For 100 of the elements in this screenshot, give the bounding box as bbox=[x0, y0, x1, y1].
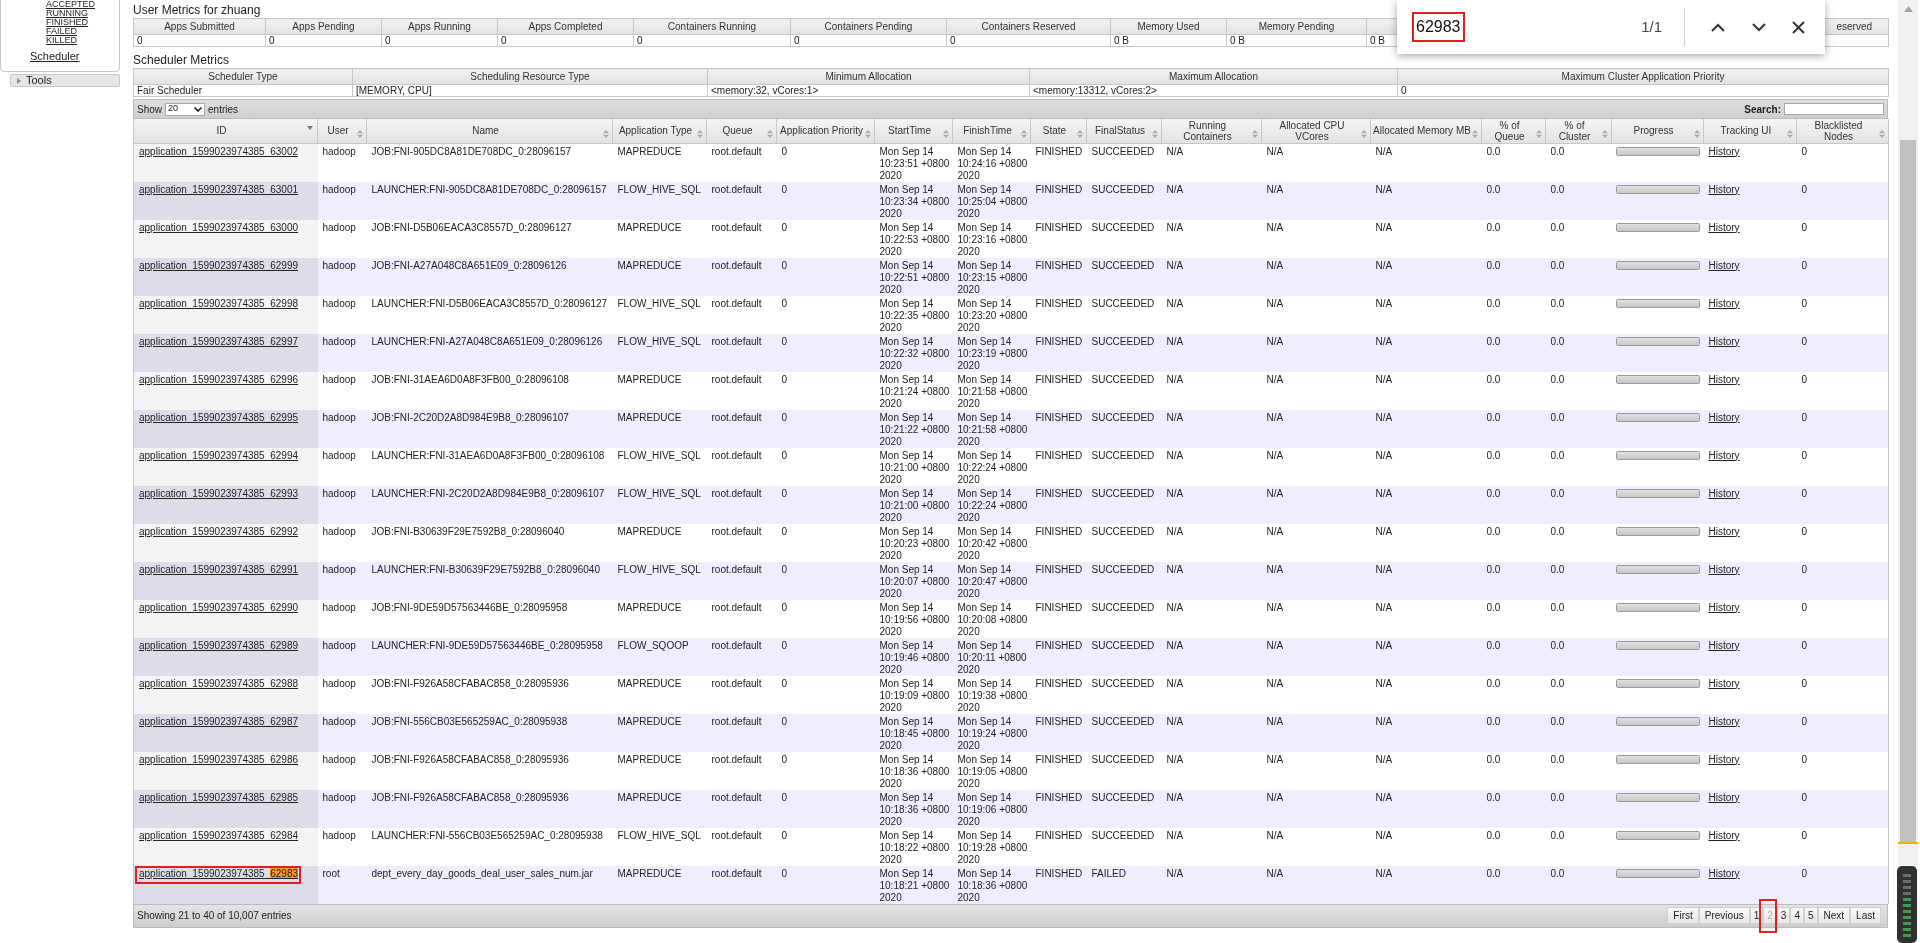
chevron-down-icon[interactable] bbox=[1752, 22, 1766, 32]
close-icon[interactable] bbox=[1792, 20, 1805, 34]
table-cell: N/A bbox=[1161, 561, 1262, 600]
column-header[interactable]: Application Priority bbox=[776, 119, 875, 143]
table-cell: 0.0 bbox=[1545, 371, 1612, 410]
column-header[interactable]: Allocated CPU VCores bbox=[1261, 119, 1371, 143]
table-cell: Mon Sep 14 10:22:32 +0800 2020 bbox=[874, 333, 953, 372]
history-link[interactable]: History bbox=[1708, 297, 1740, 309]
table-cell: SUCCEEDED bbox=[1086, 827, 1162, 866]
sidebar-link[interactable]: Scheduler bbox=[30, 50, 80, 63]
history-link[interactable]: History bbox=[1708, 183, 1740, 195]
scrollbar-thumb[interactable] bbox=[1900, 140, 1916, 842]
table-cell: N/A bbox=[1161, 675, 1262, 714]
history-link[interactable]: History bbox=[1708, 525, 1740, 537]
column-header[interactable]: FinishTime bbox=[952, 119, 1031, 143]
column-header[interactable]: Blacklisted Nodes bbox=[1796, 119, 1889, 143]
table-cell: FINISHED bbox=[1030, 561, 1087, 600]
sidebar-link[interactable]: FAILED bbox=[46, 27, 77, 36]
table-cell: 0 bbox=[776, 143, 875, 182]
table-cell: root.default bbox=[706, 219, 777, 258]
column-header[interactable]: Name bbox=[366, 119, 613, 143]
history-link[interactable]: History bbox=[1708, 715, 1740, 727]
column-header[interactable]: FinalStatus bbox=[1086, 119, 1162, 143]
page-size-select[interactable]: 20 bbox=[165, 102, 205, 116]
table-cell: 0 bbox=[776, 561, 875, 600]
column-header[interactable]: StartTime bbox=[874, 119, 953, 143]
sidebar-link[interactable]: RUNNING bbox=[46, 9, 88, 18]
column-header[interactable]: Running Containers bbox=[1161, 119, 1262, 143]
column-header[interactable]: Progress bbox=[1611, 119, 1704, 143]
history-link[interactable]: History bbox=[1708, 373, 1740, 385]
table-cell: root.default bbox=[706, 713, 777, 752]
table-cell: SUCCEEDED bbox=[1086, 599, 1162, 638]
history-link[interactable]: History bbox=[1708, 145, 1740, 157]
table-cell: 0 bbox=[1796, 409, 1889, 448]
table-cell: Mon Sep 14 10:21:22 +0800 2020 bbox=[874, 409, 953, 448]
history-link[interactable]: History bbox=[1708, 867, 1740, 879]
table-cell: 0.0 bbox=[1481, 865, 1546, 904]
history-link[interactable]: History bbox=[1708, 639, 1740, 651]
table-cell: N/A bbox=[1161, 371, 1262, 410]
table-cell: N/A bbox=[1161, 751, 1262, 790]
show-label: Show bbox=[137, 102, 162, 117]
page-button[interactable]: 4 bbox=[1790, 907, 1804, 924]
scroll-up-icon[interactable] bbox=[1903, 6, 1913, 12]
table-cell: Mon Sep 14 10:23:19 +0800 2020 bbox=[952, 333, 1031, 372]
column-header[interactable]: Queue bbox=[706, 119, 777, 143]
page-button[interactable]: Last bbox=[1850, 907, 1881, 924]
find-field[interactable]: 62983 bbox=[1412, 15, 1465, 39]
history-link[interactable]: History bbox=[1708, 221, 1740, 233]
history-link[interactable]: History bbox=[1708, 829, 1740, 841]
table-cell: 0 bbox=[776, 181, 875, 220]
table-cell: N/A bbox=[1261, 865, 1371, 904]
history-link[interactable]: History bbox=[1708, 791, 1740, 803]
table-cell: FLOW_HIVE_SQL bbox=[612, 561, 707, 600]
page-button[interactable]: First bbox=[1667, 907, 1699, 924]
sidebar-link[interactable]: FINISHED bbox=[46, 18, 88, 27]
history-link[interactable]: History bbox=[1708, 563, 1740, 575]
table-cell: 0 bbox=[1796, 827, 1889, 866]
table-cell: 0.0 bbox=[1481, 257, 1546, 296]
section-header[interactable]: Tools bbox=[10, 74, 120, 87]
table-cell: 0 bbox=[776, 637, 875, 676]
column-header[interactable]: ID bbox=[133, 119, 318, 143]
table-cell: Mon Sep 14 10:23:20 +0800 2020 bbox=[952, 295, 1031, 334]
column-header[interactable]: State bbox=[1030, 119, 1087, 143]
sort-icon bbox=[1077, 129, 1083, 138]
scrollbar[interactable] bbox=[1898, 0, 1918, 865]
column-header[interactable]: User bbox=[317, 119, 367, 143]
table-cell: [MEMORY, CPU] bbox=[352, 84, 708, 97]
page-button[interactable]: Previous bbox=[1698, 907, 1750, 924]
column-header[interactable]: Allocated Memory MB bbox=[1370, 119, 1482, 143]
history-link[interactable]: History bbox=[1708, 335, 1740, 347]
page-button[interactable]: Next bbox=[1817, 907, 1851, 924]
history-link[interactable]: History bbox=[1708, 449, 1740, 461]
table-cell: JOB:FNI-905DC8A81DE708DC_0:28096157 bbox=[366, 143, 613, 182]
table-cell: N/A bbox=[1261, 143, 1371, 182]
sidebar-link[interactable]: ACCEPTED bbox=[46, 0, 95, 9]
sidebar-link[interactable]: KILLED bbox=[46, 36, 78, 45]
column-header: Scheduling Resource Type bbox=[352, 68, 708, 85]
column-header[interactable]: Application Type bbox=[612, 119, 707, 143]
history-link[interactable]: History bbox=[1708, 677, 1740, 689]
history-link[interactable]: History bbox=[1708, 411, 1740, 423]
table-cell: MAPREDUCE bbox=[612, 675, 707, 714]
column-header[interactable]: Tracking UI bbox=[1703, 119, 1797, 143]
column-header[interactable]: % of Queue bbox=[1481, 119, 1546, 143]
table-cell: 0 bbox=[1796, 523, 1889, 562]
history-link[interactable]: History bbox=[1708, 487, 1740, 499]
table-cell: 0 bbox=[776, 865, 875, 904]
table-cell: hadoop bbox=[317, 523, 367, 562]
history-link[interactable]: History bbox=[1708, 753, 1740, 765]
table-cell: 0 bbox=[1796, 333, 1889, 372]
table-cell: 0 bbox=[1796, 485, 1889, 524]
history-link[interactable]: History bbox=[1708, 259, 1740, 271]
chevron-up-icon[interactable] bbox=[1711, 22, 1725, 32]
table-cell: SUCCEEDED bbox=[1086, 485, 1162, 524]
table-cell: JOB:FNI-31AEA6D0A8F3FB00_0:28096108 bbox=[366, 371, 613, 410]
table-cell: FLOW_SQOOP bbox=[612, 637, 707, 676]
history-link[interactable]: History bbox=[1708, 601, 1740, 613]
search-field[interactable] bbox=[1784, 103, 1884, 115]
table-cell: LAUNCHER:FNI-556CB03E565259AC_0:28095938 bbox=[366, 827, 613, 866]
column-header[interactable]: % of Cluster bbox=[1545, 119, 1612, 143]
table-cell: Mon Sep 14 10:19:06 +0800 2020 bbox=[952, 789, 1031, 828]
